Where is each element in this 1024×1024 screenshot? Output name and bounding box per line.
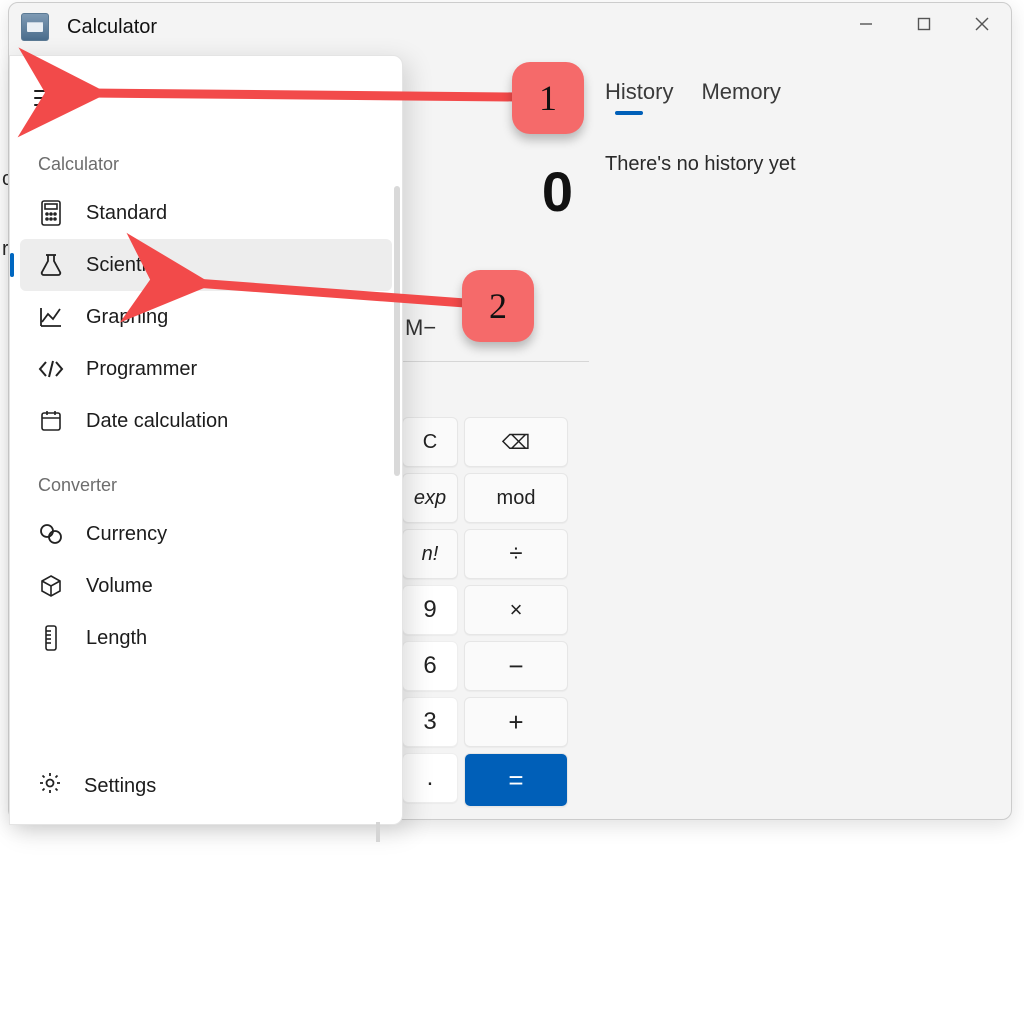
annotation-marker-2: 2 [462,270,534,342]
key-exp[interactable]: exp [402,473,458,523]
nav-standard[interactable]: Standard [10,187,402,239]
nav-volume[interactable]: Volume [10,560,402,612]
gear-icon [38,771,62,801]
key-backspace[interactable]: ⌫ [464,417,568,467]
tab-underline [615,111,643,115]
settings-label: Settings [84,775,156,798]
calculator-icon [38,200,64,226]
nav-item-label: Currency [86,523,167,546]
nav-item-label: Programmer [86,358,197,381]
history-empty-text: There's no history yet [605,153,796,176]
keypad-partial: C ⌫ exp mod n! ÷ 9 × 6 − 3 + . = [402,417,568,807]
section-calculator: Calculator [10,132,402,187]
nav-length[interactable]: Length [10,612,402,664]
nav-item-label: Volume [86,575,153,598]
key-divide[interactable]: ÷ [464,529,568,579]
key-factorial[interactable]: n! [402,529,458,579]
calculator-app-icon [21,13,49,41]
memory-minus-label[interactable]: M− [405,315,436,341]
cube-icon [38,573,64,599]
calc-display: 0 [542,159,573,224]
key-add[interactable]: + [464,697,568,747]
history-memory-tabs: History Memory [605,79,781,113]
graph-icon [38,304,64,330]
flask-icon [38,252,64,278]
close-button[interactable] [953,3,1011,45]
hamburger-menu-button[interactable] [34,74,82,122]
nav-item-label: Graphing [86,306,168,329]
key-equals[interactable]: = [464,753,568,807]
nav-currency[interactable]: Currency [10,508,402,560]
nav-settings[interactable]: Settings [10,760,402,812]
nav-item-label: Standard [86,202,167,225]
key-mod[interactable]: mod [464,473,568,523]
navigation-panel: Calculator Standard Scientific Graphing … [9,55,403,825]
section-converter: Converter [10,447,402,508]
key-3[interactable]: 3 [402,697,458,747]
occluded-scrollbar [376,822,380,842]
annotation-marker-1: 1 [512,62,584,134]
key-6[interactable]: 6 [402,641,458,691]
nav-graphing[interactable]: Graphing [10,291,402,343]
maximize-button[interactable] [895,3,953,45]
code-icon [38,356,64,382]
ruler-icon [38,625,64,651]
nav-item-label: Length [86,627,147,650]
tab-history[interactable]: History [605,79,673,113]
window-controls [837,3,1011,45]
nav-item-label: Scientific [86,254,166,277]
nav-date-calculation[interactable]: Date calculation [10,395,402,447]
nav-programmer[interactable]: Programmer [10,343,402,395]
currency-icon [38,521,64,547]
key-9[interactable]: 9 [402,585,458,635]
minimize-button[interactable] [837,3,895,45]
divider [403,361,589,362]
key-subtract[interactable]: − [464,641,568,691]
key-clear[interactable]: C [402,417,458,467]
calendar-icon [38,408,64,434]
nav-scientific[interactable]: Scientific [20,239,392,291]
titlebar: Calculator [9,3,1011,51]
tab-memory[interactable]: Memory [701,79,780,113]
window-title: Calculator [67,16,157,39]
nav-item-label: Date calculation [86,410,228,433]
key-dot[interactable]: . [402,753,458,803]
key-multiply[interactable]: × [464,585,568,635]
calculator-window: Calculator 0 M− C ⌫ exp mod n! ÷ 9 × 6 − [8,2,1012,820]
